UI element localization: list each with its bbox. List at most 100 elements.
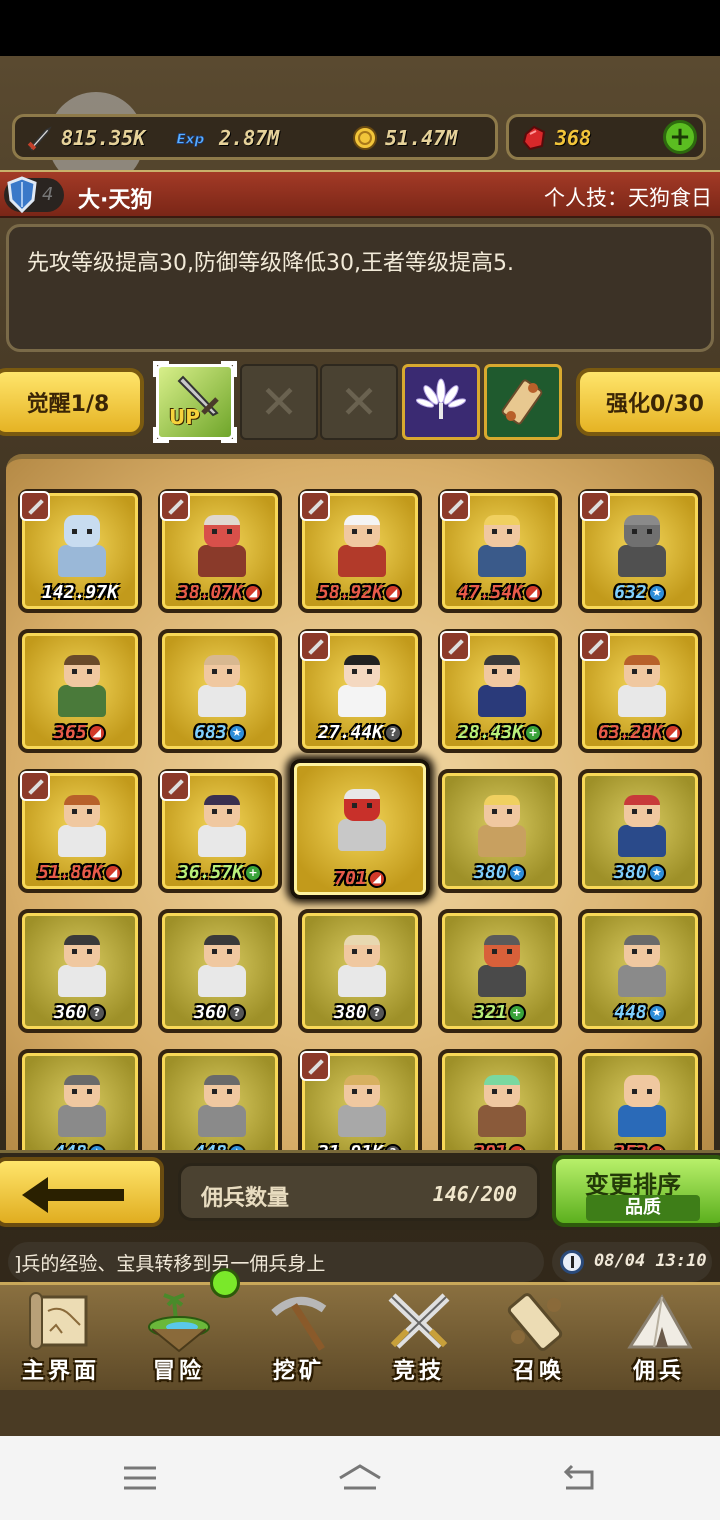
equipped-weapon-badge-icon (300, 631, 330, 661)
personal-skill: 个人技：天狗食日 (544, 186, 712, 210)
floating-island-icon (148, 1293, 210, 1353)
mercenary-portrait (332, 651, 392, 719)
relic-scroll-slot[interactable] (484, 364, 562, 440)
empty-equip-slot[interactable]: ✕ (240, 364, 318, 440)
ruby-icon (519, 123, 549, 153)
awaken-button[interactable]: 觉醒1/8 (0, 368, 144, 436)
mercenary-card[interactable]: 448★ (18, 1049, 142, 1150)
home-icon[interactable] (336, 1462, 384, 1494)
attack-class-icon: ◢ (367, 869, 386, 888)
power-rating: 683 ★ (166, 722, 274, 743)
mercenary-card[interactable]: 38.07K ◢ (158, 489, 282, 613)
gem-bar: 368 + (506, 114, 706, 160)
mercenary-portrait (192, 511, 252, 579)
mercenary-card[interactable]: 380 ★ (578, 769, 702, 893)
lotus-icon (416, 378, 466, 419)
nav-label: 佣兵 (632, 1359, 685, 1384)
shield-icon (7, 176, 37, 214)
equipped-weapon-slot[interactable]: UP (153, 361, 237, 443)
mercenary-card[interactable]: 701 ◢ (290, 759, 430, 899)
attack-class-icon: ◢ (664, 723, 683, 742)
mercenary-card[interactable]: 51.86K ◢ (18, 769, 142, 893)
power-rating: 448★ (586, 1002, 694, 1023)
mercenary-card[interactable]: 36.57K + (158, 769, 282, 893)
mercenary-card[interactable]: 321 + (438, 909, 562, 1033)
mercenary-card[interactable]: 360? (158, 909, 282, 1033)
scroll-icon (501, 379, 543, 425)
mercenary-portrait (52, 931, 112, 999)
mercenary-portrait (612, 791, 672, 859)
mercenary-card[interactable]: 142.97K (18, 489, 142, 613)
mercenary-card[interactable]: 380? (298, 909, 422, 1033)
mercenary-card[interactable]: 28.43K + (438, 629, 562, 753)
power-value: 683 (194, 722, 227, 743)
mercenary-card[interactable]: 448★ (158, 1049, 282, 1150)
mercenary-portrait (472, 651, 532, 719)
power-value: 51.86K (37, 862, 104, 883)
power-value: 47.54K (457, 582, 524, 603)
power-value: 365 (54, 722, 87, 743)
nav-main[interactable]: 主界面 (2, 1285, 120, 1389)
power-rating: 365 ◢ (26, 722, 134, 743)
mercenary-portrait (472, 1071, 532, 1139)
power-value: 291 (474, 1142, 507, 1150)
mercenary-card[interactable]: 360? (18, 909, 142, 1033)
nav-arena[interactable]: 竞技 (360, 1285, 478, 1389)
adventure-notification-dot (210, 1268, 240, 1298)
power-rating: 448★ (26, 1142, 134, 1150)
selection-corner (221, 361, 237, 377)
power-value: 321 (474, 1002, 507, 1023)
support-class-icon: + (524, 723, 543, 742)
map-scroll-icon (29, 1292, 88, 1350)
mercenary-card[interactable]: 253◢ (578, 1049, 702, 1150)
power-value: 380 (474, 862, 507, 883)
mercenary-card[interactable]: 27.44K? (298, 629, 422, 753)
nav-adventure[interactable]: 冒险 (120, 1285, 238, 1389)
mercenary-card[interactable]: 31.91K? (298, 1049, 422, 1150)
power-rating: 142.97K (26, 582, 134, 603)
mercenary-portrait (472, 511, 532, 579)
mercenary-card[interactable]: 380 ★ (438, 769, 562, 893)
power-rating: 701 ◢ (298, 868, 422, 889)
mercenary-card[interactable]: 365 ◢ (18, 629, 142, 753)
nav-mining[interactable]: 挖矿 (240, 1285, 358, 1389)
game-screen: 815.35K Exp 2.87M 51.47M 368 + 4 大·天狗 个人… (0, 56, 720, 1436)
nav-mercenary[interactable]: 佣兵 (600, 1285, 718, 1389)
mercenary-card[interactable]: 63.28K ◢ (578, 629, 702, 753)
mercenary-card[interactable]: 291◢ (438, 1049, 562, 1150)
nav-label: 挖矿 (272, 1359, 325, 1384)
mercenary-card[interactable]: 448★ (578, 909, 702, 1033)
back-button[interactable] (0, 1157, 164, 1227)
nav-summon[interactable]: 召唤 (480, 1285, 598, 1389)
enhance-button[interactable]: 强化0/30 (576, 368, 720, 436)
support-class-icon: + (507, 1003, 526, 1022)
power-value: 448 (54, 1142, 87, 1150)
mercenary-card[interactable]: 632 ★ (578, 489, 702, 613)
skill-description: 先攻等级提高30,防御等级降低30,王者等级提高5. (27, 251, 514, 276)
mercenary-portrait (52, 791, 112, 859)
power-rating: 47.54K ◢ (446, 582, 554, 603)
relic-flower-slot[interactable] (402, 364, 480, 440)
hero-title-bar: 4 大·天狗 个人技：天狗食日 (0, 170, 720, 218)
gold-coin-icon (349, 123, 379, 153)
mercenary-count-value: 146/200 (432, 1182, 517, 1206)
gem-value: 368 (555, 126, 592, 150)
attack-class-icon: ◢ (384, 583, 403, 602)
back-icon[interactable] (560, 1462, 600, 1494)
add-gems-button[interactable]: + (663, 120, 697, 154)
equipped-weapon-badge-icon (440, 631, 470, 661)
power-rating: 28.43K + (446, 722, 554, 743)
unknown-class-icon: ? (87, 1003, 106, 1022)
mercenary-card[interactable]: 47.54K ◢ (438, 489, 562, 613)
equipped-weapon-badge-icon (20, 491, 50, 521)
menu-icon[interactable] (120, 1462, 160, 1494)
mercenary-card[interactable]: 683 ★ (158, 629, 282, 753)
empty-equip-slot[interactable]: ✕ (320, 364, 398, 440)
change-sort-button[interactable]: 变更排序 品质 (552, 1155, 720, 1227)
power-value: 701 (334, 868, 367, 889)
mercenary-card[interactable]: 58.92K ◢ (298, 489, 422, 613)
power-value: 28.43K (457, 722, 524, 743)
nav-label: 主界面 (21, 1359, 100, 1384)
power-rating: 291◢ (446, 1142, 554, 1150)
notice-ticker: ]兵的经验、宝具转移到另一佣兵身上 (8, 1242, 544, 1282)
